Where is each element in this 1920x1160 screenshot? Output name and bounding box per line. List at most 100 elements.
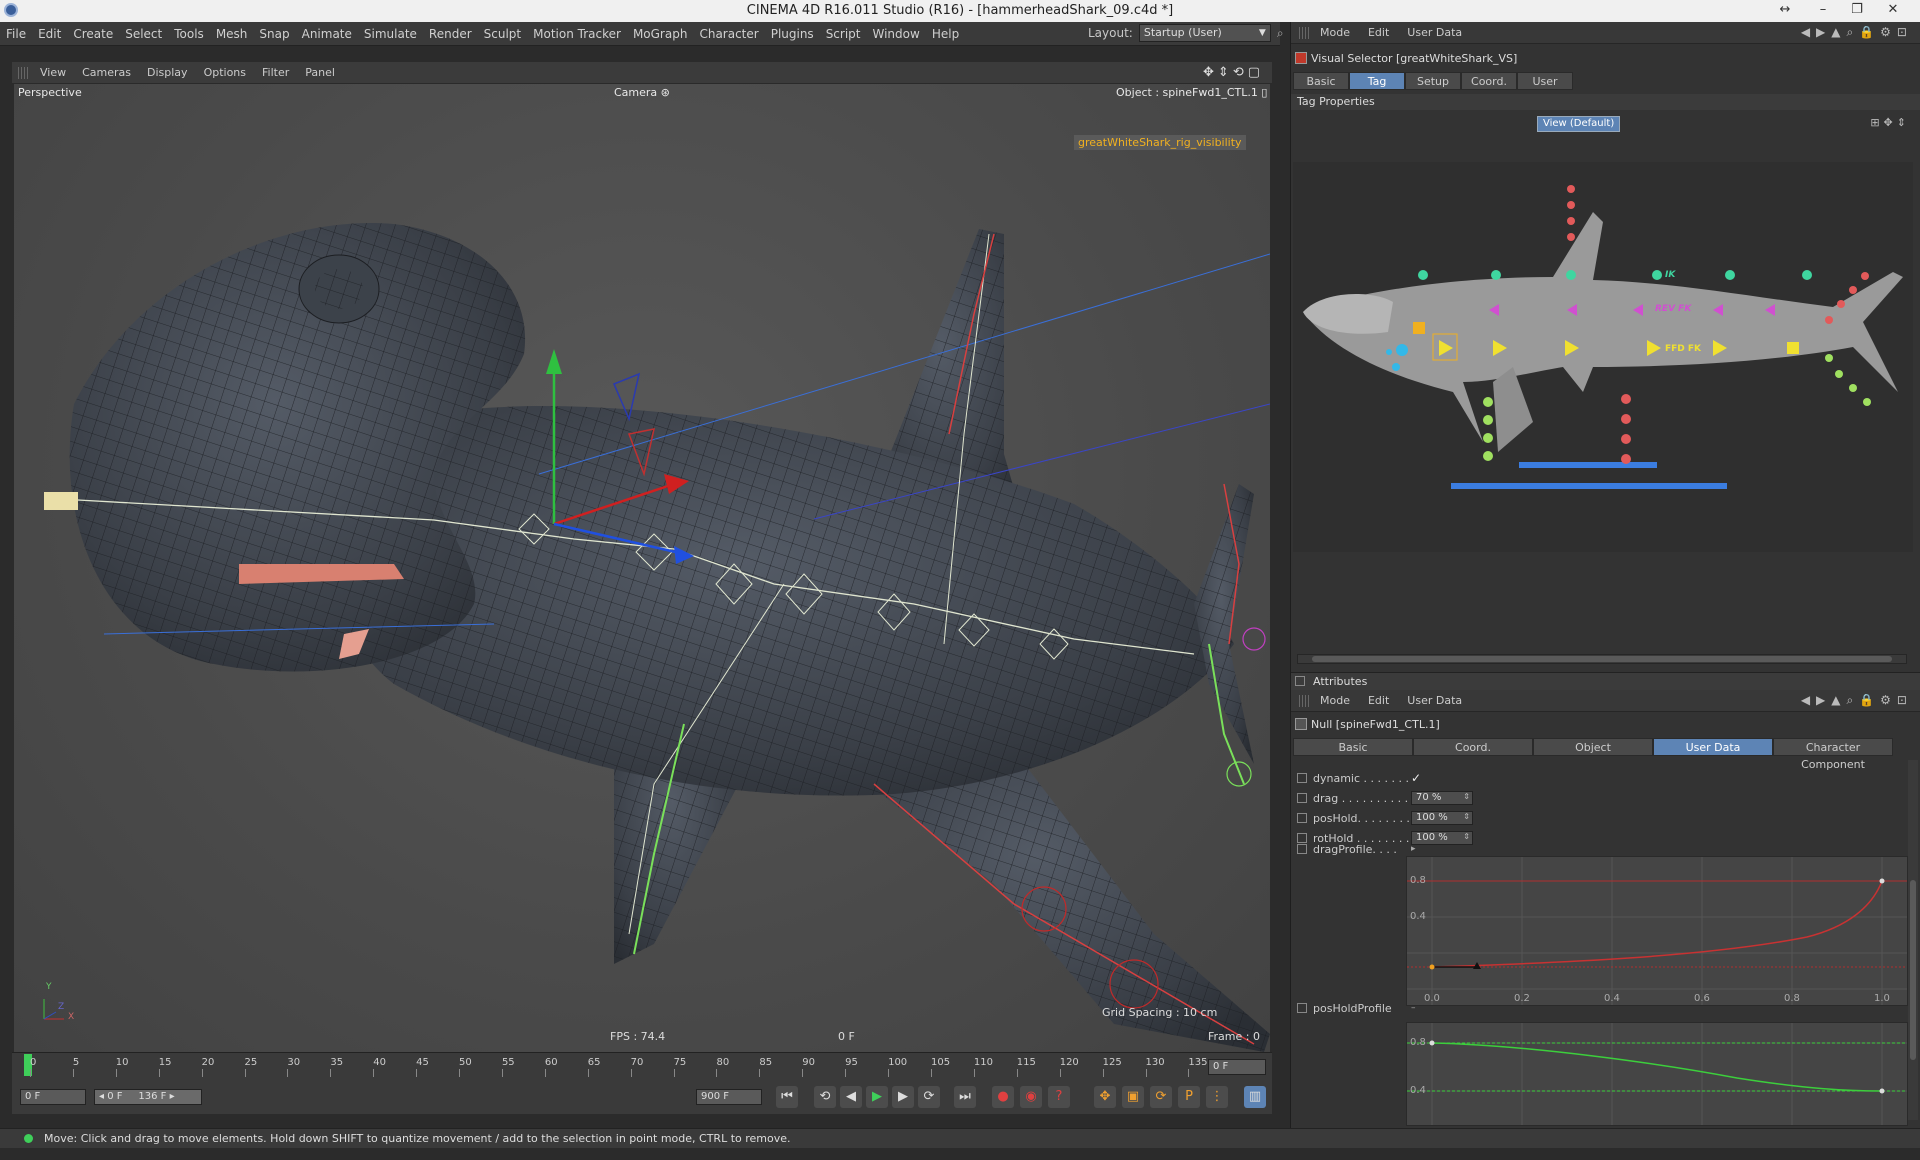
record-parameter-icon[interactable]: P [1178,1086,1200,1108]
minimize-button[interactable]: – [1808,2,1838,20]
grip-handle[interactable] [1299,695,1309,707]
attr-tab-character-component[interactable]: Character Component [1773,738,1893,771]
field-drag[interactable]: 70 % ⇕ [1411,791,1473,805]
field-rothold[interactable]: 100 % ⇕ [1411,831,1473,845]
menu-snap[interactable]: Snap [253,22,295,46]
menu-render[interactable]: Render [423,22,478,46]
record-keys-button[interactable]: ● [992,1086,1014,1108]
menu-edit[interactable]: Edit [32,22,67,46]
animation-key-icon[interactable] [1297,773,1307,783]
play-button[interactable]: ▶ [866,1086,888,1108]
tab-tag[interactable]: Tag [1349,72,1405,90]
pos-hold-profile-graph[interactable]: 0.8 0.4 [1406,1022,1908,1126]
menu-mesh[interactable]: Mesh [210,22,254,46]
top-menu-edit[interactable]: Edit [1359,22,1398,44]
record-scale-icon[interactable]: ▣ [1122,1086,1144,1108]
horizontal-scrollbar[interactable] [1297,654,1907,664]
view-name[interactable]: Perspective [18,86,82,99]
animation-key-icon[interactable] [1297,793,1307,803]
rig-visibility-tag[interactable]: greatWhiteShark_rig_visibility [1074,135,1246,150]
menu-sculpt[interactable]: Sculpt [478,22,527,46]
go-to-start-button[interactable]: ⏮ [776,1086,798,1108]
attr-menu-mode[interactable]: Mode [1311,690,1359,712]
animation-key-icon[interactable] [1297,813,1307,823]
menu-file[interactable]: File [0,22,32,46]
next-key-button[interactable]: ⟳ [918,1086,940,1108]
record-position-icon[interactable]: ✥ [1094,1086,1116,1108]
spinner-icon[interactable]: ⇕ [1463,831,1470,843]
attributes-scrollbar-thumb[interactable] [1910,880,1916,1060]
range-slider[interactable]: ◂ 0 F 136 F ▸ [94,1089,202,1105]
max-frame-field[interactable]: 900 F [696,1089,762,1105]
ik-label[interactable]: IK [1665,270,1675,280]
top-menu-mode[interactable]: Mode [1311,22,1359,44]
spinner-icon[interactable]: ⇕ [1463,791,1470,803]
scrollbar-thumb[interactable] [1312,656,1892,662]
view-tools-icons[interactable]: ⊞✥⇕ [1870,116,1910,129]
attr-menu-user-data[interactable]: User Data [1398,690,1471,712]
menu-mograph[interactable]: MoGraph [627,22,694,46]
tab-basic[interactable]: Basic [1293,72,1349,90]
selector-bar-long[interactable] [1451,483,1727,489]
attributes-scrollbar[interactable] [1908,760,1918,1120]
next-frame-button[interactable]: ▶ [892,1086,914,1108]
spinner-icon[interactable]: ⇕ [1463,811,1470,823]
viewport-menu-cameras[interactable]: Cameras [74,62,139,84]
attr-menu-edit[interactable]: Edit [1359,690,1398,712]
restore-button[interactable]: ❐ [1842,2,1872,20]
ffd-fk-label[interactable]: FFD FK [1665,344,1701,354]
layout-dropdown[interactable]: Startup (User) ▼ [1138,24,1271,42]
checkbox-dynamic[interactable]: ✓ [1411,771,1421,785]
record-point-level-icon[interactable]: ⋮ [1206,1086,1228,1108]
close-button[interactable]: ✕ [1878,2,1908,20]
menu-create[interactable]: Create [67,22,119,46]
menu-window[interactable]: Window [867,22,926,46]
panel-nav-icons[interactable]: ◀▶▲⌕🔒⚙⊡ [1801,25,1913,40]
current-frame-field[interactable]: 0 F [20,1089,86,1105]
timeline-window-icon[interactable]: ▥ [1244,1086,1266,1108]
previous-frame-button[interactable]: ◀ [840,1086,862,1108]
previous-key-button[interactable]: ⟲ [814,1086,836,1108]
viewport-menu-filter[interactable]: Filter [254,62,297,84]
menu-simulate[interactable]: Simulate [358,22,423,46]
viewport-menu-panel[interactable]: Panel [297,62,343,84]
selector-bar-short[interactable] [1519,462,1657,468]
menu-character[interactable]: Character [693,22,764,46]
expand-arrow-icon[interactable]: ▸ [1411,844,1416,854]
search-icon[interactable]: ⌕ [1277,26,1284,41]
attr-tab-user-data[interactable]: User Data [1653,738,1773,756]
autokey-button[interactable]: ◉ [1020,1086,1042,1108]
attr-tab-object[interactable]: Object [1533,738,1653,756]
menu-help[interactable]: Help [926,22,965,46]
timeline-ruler[interactable]: 0 5 10 15 20 25 30 35 40 45 50 55 60 65 70 75 80 85 90 95 10… [12,1052,1272,1080]
tab-setup[interactable]: Setup [1405,72,1461,90]
attributes-nav-icons[interactable]: ◀▶▲⌕🔒⚙⊡ [1801,693,1913,708]
grip-handle[interactable] [1299,27,1309,39]
menu-select[interactable]: Select [119,22,168,46]
grip-handle[interactable] [18,67,28,79]
viewport-menu-view[interactable]: View [32,62,74,84]
go-to-end-button[interactable]: ⏭ [954,1086,976,1108]
menu-plugins[interactable]: Plugins [765,22,820,46]
tab-user-data[interactable]: User Data [1517,72,1573,105]
viewport-nav-icons[interactable]: ✥⇕⟲▢ [1203,65,1264,80]
collapse-arrow-icon[interactable]: – [1411,1003,1416,1013]
menu-motion-tracker[interactable]: Motion Tracker [527,22,627,46]
timeline-end-field[interactable]: 0 F [1208,1059,1266,1075]
viewport-menu-options[interactable]: Options [196,62,254,84]
rev-fk-label[interactable]: REV FK [1655,304,1691,314]
3d-viewport[interactable]: Perspective Camera ⊛ Object : spineFwd1_… [14,84,1270,1052]
attr-tab-coord[interactable]: Coord. [1413,738,1533,756]
attr-tab-basic[interactable]: Basic [1293,738,1413,756]
menu-animate[interactable]: Animate [296,22,358,46]
keyframe-selection-button[interactable]: ? [1048,1086,1070,1108]
viewport-menu-display[interactable]: Display [139,62,196,84]
resize-icon[interactable]: ↔ [1770,2,1800,20]
tab-coord[interactable]: Coord. [1461,72,1517,90]
menu-script[interactable]: Script [820,22,867,46]
field-poshold[interactable]: 100 % ⇕ [1411,811,1473,825]
top-menu-user-data[interactable]: User Data [1398,22,1471,44]
record-rotation-icon[interactable]: ⟳ [1150,1086,1172,1108]
animation-key-icon[interactable] [1297,1003,1307,1013]
menu-tools[interactable]: Tools [168,22,210,46]
